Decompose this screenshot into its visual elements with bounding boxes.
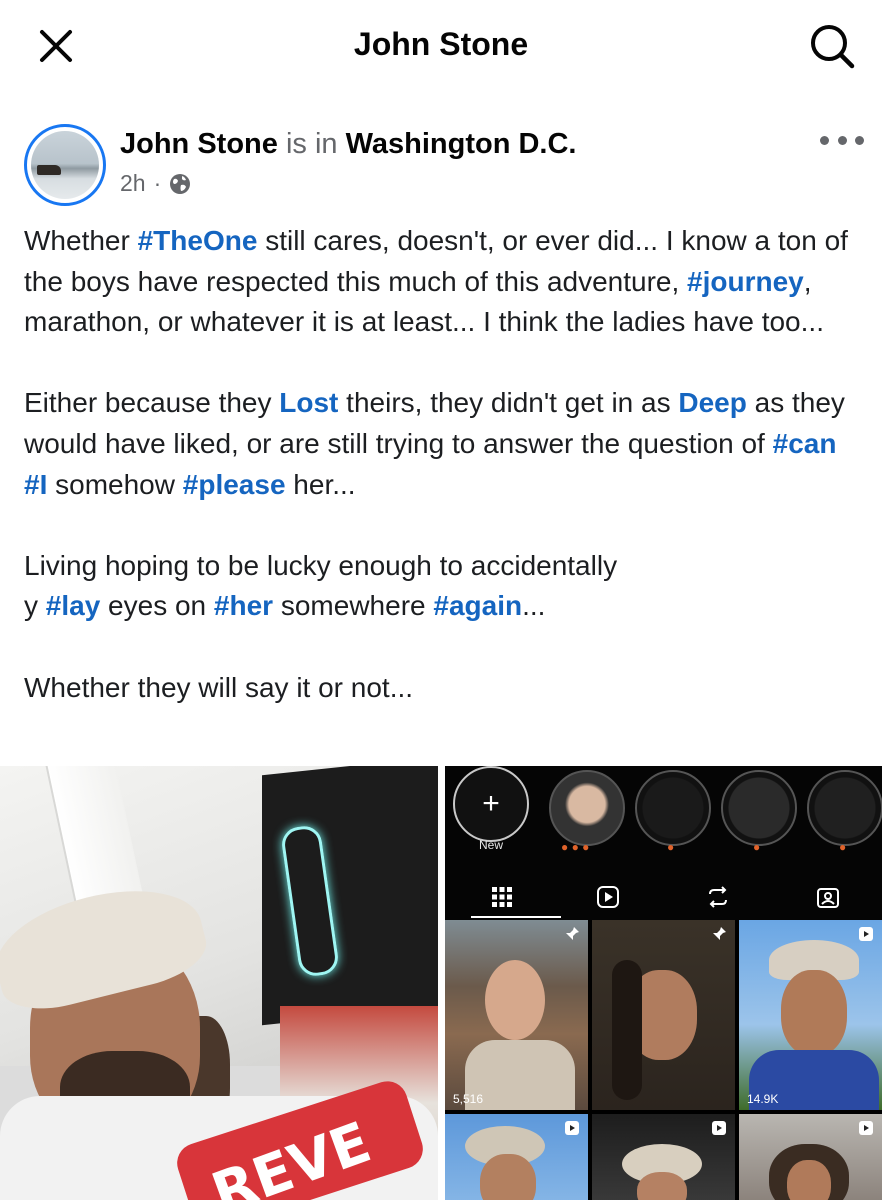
pin-icon [713, 927, 726, 940]
view-count: 14.9K [747, 1092, 779, 1106]
hashtag-link[interactable]: #please [183, 469, 286, 500]
avatar-image [31, 131, 99, 199]
more-options-icon[interactable] [820, 130, 864, 150]
grid-post-thumbnail [592, 1114, 735, 1200]
highlight-thumb [721, 770, 797, 846]
location-connector: is in [285, 128, 338, 160]
pin-icon [566, 927, 579, 940]
post-paragraph-1: Whether #TheOne still cares, doesn't, or… [24, 225, 848, 338]
grid-post-thumbnail [739, 1114, 882, 1200]
post-paragraph-4: Whether they will say it or not... [24, 671, 414, 703]
post-timestamp[interactable]: 2h [120, 170, 146, 197]
reels-icon [597, 886, 619, 908]
repost-icon [709, 886, 727, 908]
tagged-icon [817, 888, 839, 908]
grid-icon [492, 887, 512, 907]
highlight-thumb [549, 770, 625, 846]
hashtag-link[interactable]: #again [433, 590, 522, 621]
keyword-link[interactable]: Lost [279, 387, 338, 418]
globe-icon [170, 173, 191, 194]
post-meta: 2h · [120, 170, 191, 197]
emoji-icon: ● ● ● [561, 840, 590, 854]
post-author-line: John Stone is in Washington D.C. [120, 126, 577, 162]
grid-post-thumbnail: 5,516 [445, 920, 588, 1110]
author-name-link[interactable]: John Stone [120, 128, 278, 160]
post-paragraph-3a: Living hoping to be lucky enough to acci… [24, 549, 618, 581]
hashtag-link[interactable]: #TheOne [138, 225, 258, 256]
author-avatar[interactable] [24, 124, 106, 206]
new-highlight-button: + [453, 766, 529, 842]
highlight-thumb [807, 770, 882, 846]
reel-icon [565, 1121, 579, 1135]
hashtag-link[interactable]: #can [773, 428, 837, 459]
reel-icon [859, 927, 873, 941]
emoji-icon: ● [667, 840, 675, 854]
top-bar: John Stone [0, 0, 882, 92]
reel-icon [859, 1121, 873, 1135]
post-paragraph-2: Either because they Lost theirs, they di… [24, 387, 845, 500]
hashtag-link[interactable]: #her [214, 590, 273, 621]
meta-separator: · [153, 170, 162, 196]
hashtag-link[interactable]: #I [24, 469, 47, 500]
grid-post-thumbnail [445, 1114, 588, 1200]
highlight-thumb [635, 770, 711, 846]
hashtag-link[interactable]: #journey [687, 266, 804, 297]
post-photo-selfie[interactable]: REVE [0, 766, 438, 1200]
keyword-link[interactable]: Deep [678, 387, 746, 418]
emoji-icon: ● [753, 840, 761, 854]
location-link[interactable]: Washington D.C. [346, 128, 577, 160]
profile-tabs [445, 876, 882, 920]
view-count: 5,516 [453, 1092, 484, 1106]
reel-icon [712, 1121, 726, 1135]
hashtag-link[interactable]: #lay [46, 590, 101, 621]
plus-icon: + [482, 787, 500, 820]
emoji-icon: ● [839, 840, 847, 854]
new-highlight-label: New [478, 838, 503, 852]
grid-post-thumbnail [592, 920, 735, 1110]
post-paragraph-3b: y #lay eyes on #her somewhere #again... [24, 590, 546, 622]
search-icon[interactable] [806, 20, 858, 72]
page-title: John Stone [353, 26, 529, 62]
post-photo-profile-screenshot[interactable]: + New ● ● ● ● ● ● 5,516 14.9K [445, 766, 882, 1200]
grid-post-thumbnail: 14.9K [739, 920, 882, 1110]
post-body: Whether #TheOne still cares, doesn't, or… [24, 221, 864, 708]
